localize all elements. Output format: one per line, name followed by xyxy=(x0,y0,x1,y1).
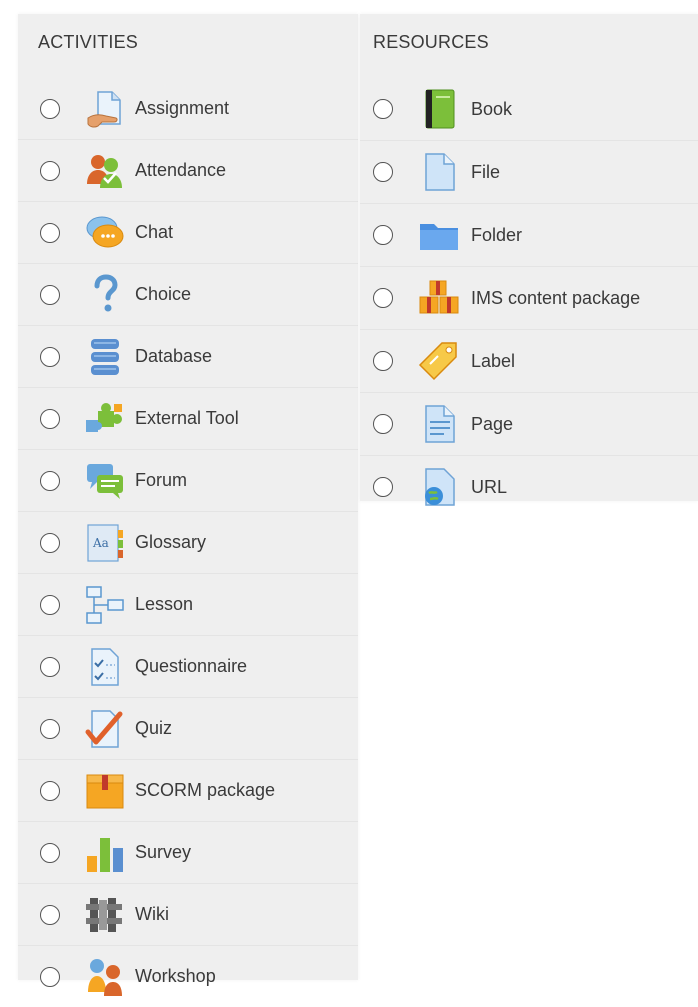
activity-item-label: Forum xyxy=(135,470,188,490)
resource-item-folder[interactable]: Folder xyxy=(360,204,698,267)
radio-button[interactable] xyxy=(40,346,60,367)
radio-button[interactable] xyxy=(40,470,60,491)
activity-item-scorm-package[interactable]: SCORM package xyxy=(18,760,358,822)
activity-item-workshop[interactable]: Workshop xyxy=(18,946,358,1007)
resources-panel: RESOURCES Book File Folder IMS content pack… xyxy=(360,14,698,506)
resource-item-label: Folder xyxy=(471,224,523,245)
activity-item-assignment[interactable]: Assignment xyxy=(18,78,358,140)
wiki-icon xyxy=(84,894,126,936)
activity-item-label: Questionnaire xyxy=(135,656,248,676)
activity-item-label: Workshop xyxy=(135,966,216,986)
url-icon xyxy=(418,466,460,508)
radio-button[interactable] xyxy=(40,532,60,553)
activity-item-label: Assignment xyxy=(135,98,230,118)
radio-button[interactable] xyxy=(373,414,393,434)
resource-item-label: File xyxy=(471,161,501,182)
radio-button[interactable] xyxy=(40,98,60,119)
activity-item-attendance[interactable]: Attendance xyxy=(18,140,358,202)
radio-button[interactable] xyxy=(373,162,393,182)
activity-item-lesson[interactable]: Lesson xyxy=(18,574,358,636)
resource-item-label: Book xyxy=(471,98,513,119)
activity-item-label: Chat xyxy=(135,222,174,242)
questionnaire-icon xyxy=(84,646,126,688)
resource-item-label: IMS content package xyxy=(471,287,641,308)
activities-heading: ACTIVITIES xyxy=(38,32,139,52)
activity-item-label: Lesson xyxy=(135,594,194,614)
activity-item-label: Choice xyxy=(135,284,192,304)
activity-item-label: Database xyxy=(135,346,213,366)
resource-item-ims-content-package[interactable]: IMS content package xyxy=(360,267,698,330)
scorm-package-icon xyxy=(84,770,126,812)
radio-button[interactable] xyxy=(373,351,393,371)
external-tool-icon xyxy=(84,398,126,440)
resource-item-file[interactable]: File xyxy=(360,141,698,204)
quiz-icon xyxy=(84,708,126,750)
folder-icon xyxy=(418,214,460,256)
resources-heading: RESOURCES xyxy=(373,32,489,52)
radio-button[interactable] xyxy=(40,284,60,305)
activity-item-survey[interactable]: Survey xyxy=(18,822,358,884)
radio-button[interactable] xyxy=(40,718,60,739)
resource-item-book[interactable]: Book xyxy=(360,78,698,141)
book-icon xyxy=(418,88,460,130)
forum-icon xyxy=(84,460,126,502)
attendance-icon xyxy=(84,150,126,192)
activity-item-label: Attendance xyxy=(135,160,227,180)
activity-item-label: Glossary xyxy=(135,532,207,552)
glossary-icon: Aa xyxy=(84,522,126,564)
activity-item-chat[interactable]: Chat xyxy=(18,202,358,264)
resource-item-label: Label xyxy=(471,350,516,371)
resource-item-label[interactable]: Label xyxy=(360,330,698,393)
ims-content-package-icon xyxy=(418,277,460,319)
activity-item-questionnaire[interactable]: Questionnaire xyxy=(18,636,358,698)
activity-item-forum[interactable]: Forum xyxy=(18,450,358,512)
choice-icon xyxy=(84,273,126,316)
radio-button[interactable] xyxy=(40,780,60,801)
activity-item-label: Survey xyxy=(135,842,192,862)
activity-item-quiz[interactable]: Quiz xyxy=(18,698,358,760)
radio-button[interactable] xyxy=(373,477,393,497)
radio-button[interactable] xyxy=(373,225,393,245)
radio-button[interactable] xyxy=(40,904,60,925)
resource-item-page[interactable]: Page xyxy=(360,393,698,456)
database-icon xyxy=(84,336,126,378)
resource-item-label: Page xyxy=(471,413,514,434)
activity-item-choice[interactable]: Choice xyxy=(18,264,358,326)
activity-item-label: External Tool xyxy=(135,408,239,428)
resources-list: Book File Folder IMS content package Label Pa… xyxy=(360,78,698,518)
file-icon xyxy=(418,151,460,193)
workshop-icon xyxy=(84,956,126,998)
activity-item-glossary[interactable]: Aa Glossary xyxy=(18,512,358,574)
radio-button[interactable] xyxy=(40,842,60,863)
activity-item-label: Quiz xyxy=(135,718,173,738)
activity-item-external-tool[interactable]: External Tool xyxy=(18,388,358,450)
activity-item-label: SCORM package xyxy=(135,780,276,800)
activity-item-label: Wiki xyxy=(135,904,169,924)
activity-item-wiki[interactable]: Wiki xyxy=(18,884,358,946)
radio-button[interactable] xyxy=(40,408,60,429)
svg-text:Aa: Aa xyxy=(92,536,109,550)
resource-item-label: URL xyxy=(471,476,508,497)
radio-button[interactable] xyxy=(373,99,393,119)
assignment-icon xyxy=(84,88,126,130)
survey-icon xyxy=(84,832,126,874)
lesson-icon xyxy=(84,584,126,626)
radio-button[interactable] xyxy=(40,160,60,181)
activities-panel: ACTIVITIES Assignment Attendance Chat Choic… xyxy=(18,14,358,996)
resource-item-url[interactable]: URL xyxy=(360,456,698,518)
page-icon xyxy=(418,403,460,445)
chat-icon xyxy=(84,212,126,254)
activity-item-database[interactable]: Database xyxy=(18,326,358,388)
radio-button[interactable] xyxy=(40,656,60,677)
activities-list: Assignment Attendance Chat Choice Database Ex… xyxy=(18,78,358,1007)
radio-button[interactable] xyxy=(373,288,393,308)
radio-button[interactable] xyxy=(40,966,60,987)
label-icon xyxy=(418,340,460,382)
radio-button[interactable] xyxy=(40,222,60,243)
radio-button[interactable] xyxy=(40,594,60,615)
